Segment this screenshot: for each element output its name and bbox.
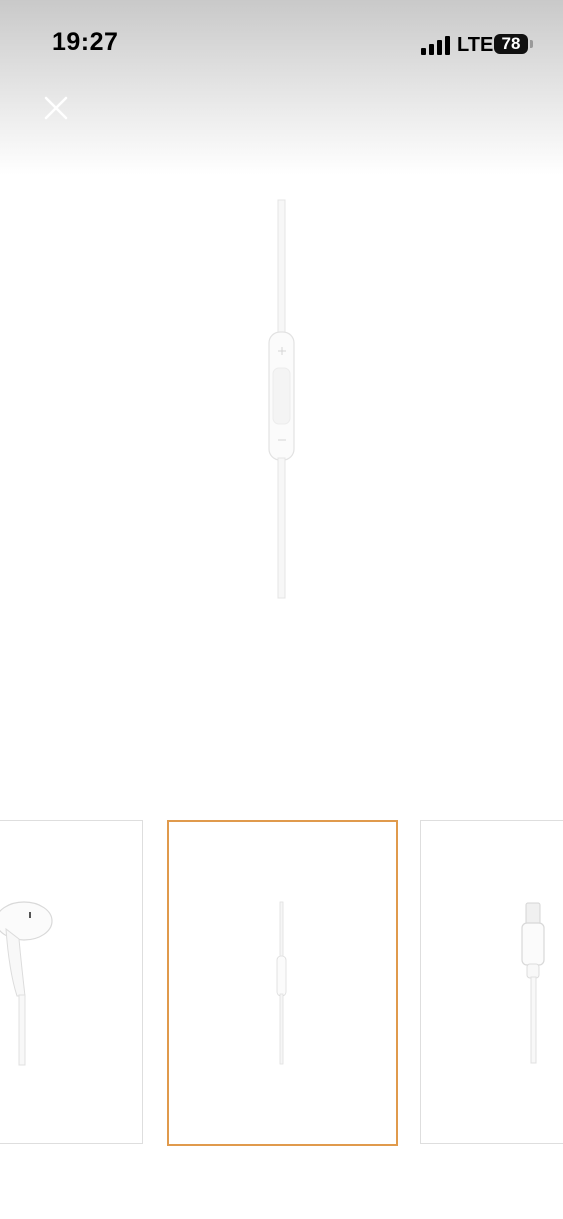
battery-cap [530, 40, 533, 48]
earbud-image [0, 901, 53, 1066]
status-bar: 19:27 LTE 78 [0, 0, 563, 90]
remote-image [276, 901, 287, 1065]
lightning-connector-image [521, 902, 545, 1064]
thumbnail-lightning-connector[interactable] [420, 820, 563, 1144]
thumbnail-earbud[interactable] [0, 820, 143, 1144]
status-time: 19:27 [52, 28, 119, 56]
thumbnail-remote[interactable] [167, 820, 398, 1146]
product-image-viewer: 19:27 LTE 78 [0, 0, 563, 1219]
close-icon[interactable] [40, 92, 72, 124]
earpods-remote-image [268, 199, 295, 599]
cellular-signal-icon [421, 36, 450, 55]
thumbnail-strip [0, 820, 563, 1146]
network-type: LTE [457, 34, 494, 56]
battery-icon: 78 [494, 34, 534, 54]
battery-percent: 78 [501, 34, 521, 53]
